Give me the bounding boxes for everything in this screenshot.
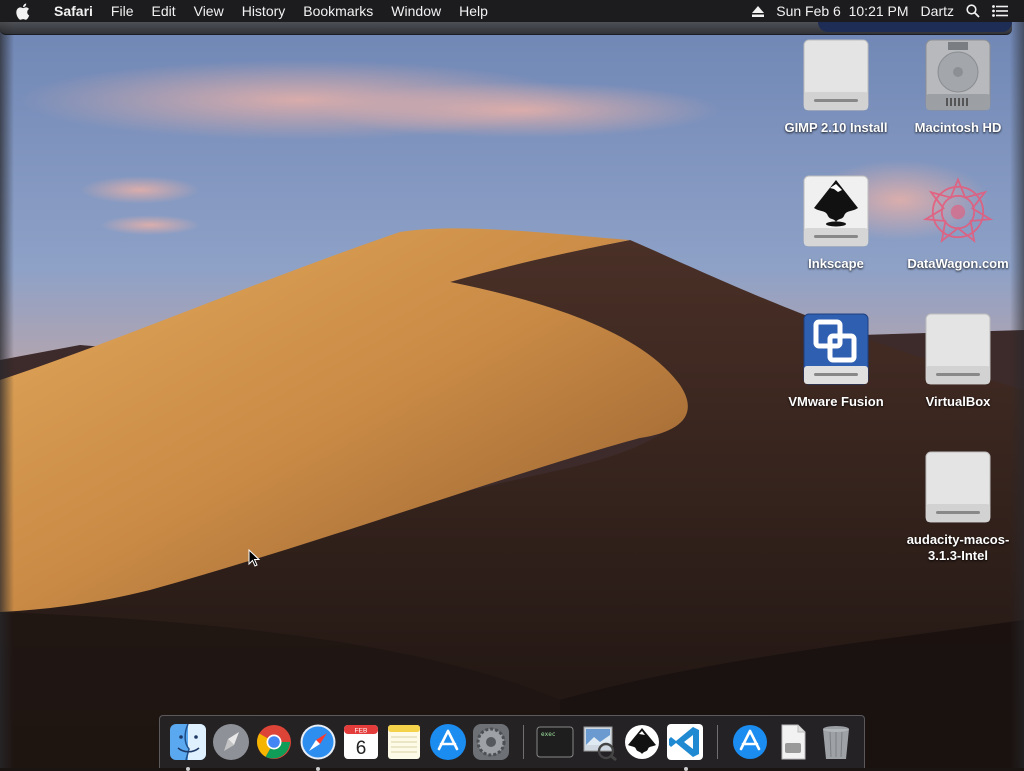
calendar-month: FEB xyxy=(355,728,368,735)
desktop-icon-datawagon[interactable]: DataWagon.com xyxy=(898,172,1018,272)
dock-separator xyxy=(716,725,718,759)
notification-banner-edge[interactable] xyxy=(818,22,1012,32)
notification-list-icon[interactable] xyxy=(986,5,1014,17)
desktop-icon-audacity[interactable]: audacity-macos-3.1.3-Intel xyxy=(898,448,1018,564)
app-store-installer-icon[interactable] xyxy=(730,722,769,762)
calendar-day: 6 xyxy=(356,738,367,759)
hard-drive-icon xyxy=(922,36,994,116)
menu-bar: Safari File Edit View History Bookmarks … xyxy=(0,0,1024,22)
menu-help[interactable]: Help xyxy=(450,0,497,22)
desktop-icon-gimp-install[interactable]: GIMP 2.10 Install xyxy=(776,36,896,136)
terminal-icon[interactable]: exec xyxy=(536,722,575,762)
dock: FEB 6 exec xyxy=(159,715,865,771)
terminal-text: exec xyxy=(541,731,556,738)
desktop-icon-label: VirtualBox xyxy=(925,394,991,409)
system-preferences-icon[interactable] xyxy=(471,722,510,762)
menu-edit[interactable]: Edit xyxy=(142,0,184,22)
menu-file[interactable]: File xyxy=(102,0,143,22)
menu-history[interactable]: History xyxy=(233,0,295,22)
drive-icon xyxy=(800,36,872,116)
preview-icon[interactable] xyxy=(579,722,618,762)
window-edge-left xyxy=(0,22,14,768)
desktop-icon-label: VMware Fusion xyxy=(788,394,884,409)
desktop-icon-label: Inkscape xyxy=(808,256,864,271)
desktop-icon-label: Macintosh HD xyxy=(914,120,1002,135)
desktop-icon-inkscape[interactable]: Inkscape xyxy=(776,172,896,272)
dock-separator xyxy=(522,725,524,759)
app-store-icon[interactable] xyxy=(428,722,467,762)
inkscape-icon[interactable] xyxy=(622,722,661,762)
apple-icon[interactable] xyxy=(0,3,44,20)
desktop-icon-label: GIMP 2.10 Install xyxy=(784,120,888,135)
safari-icon[interactable] xyxy=(298,722,337,771)
launchpad-icon[interactable] xyxy=(211,722,250,762)
menu-view[interactable]: View xyxy=(185,0,233,22)
desktop-icon-macintosh-hd[interactable]: Macintosh HD xyxy=(898,36,1018,136)
desktop-icon-label: audacity-macos-3.1.3-Intel xyxy=(906,532,1010,563)
mouse-cursor-icon xyxy=(248,548,261,572)
file-icon[interactable] xyxy=(773,722,812,762)
calendar-icon[interactable]: FEB 6 xyxy=(341,722,380,762)
menu-bookmarks[interactable]: Bookmarks xyxy=(294,0,382,22)
vmware-drive-icon xyxy=(800,310,872,390)
menu-app-name[interactable]: Safari xyxy=(44,0,102,22)
menu-datetime[interactable]: Sun Feb 6 10:21 PM xyxy=(770,0,914,22)
inkscape-drive-icon xyxy=(800,172,872,252)
desktop-icon-label: DataWagon.com xyxy=(907,256,1009,271)
vscode-icon[interactable] xyxy=(666,722,705,771)
trash-icon[interactable] xyxy=(817,722,856,762)
menu-window[interactable]: Window xyxy=(382,0,450,22)
drive-icon xyxy=(922,448,994,528)
notes-icon[interactable] xyxy=(385,722,424,762)
menu-user[interactable]: Dartz xyxy=(915,0,960,22)
search-icon[interactable] xyxy=(960,4,986,18)
chrome-icon[interactable] xyxy=(255,722,294,762)
eject-icon[interactable] xyxy=(746,5,770,17)
desktop-icon-vmware-fusion[interactable]: VMware Fusion xyxy=(776,310,896,410)
datawagon-icon xyxy=(922,172,994,252)
desktop-icon-virtualbox[interactable]: VirtualBox xyxy=(898,310,1018,410)
finder-icon[interactable] xyxy=(168,722,207,771)
drive-icon xyxy=(922,310,994,390)
